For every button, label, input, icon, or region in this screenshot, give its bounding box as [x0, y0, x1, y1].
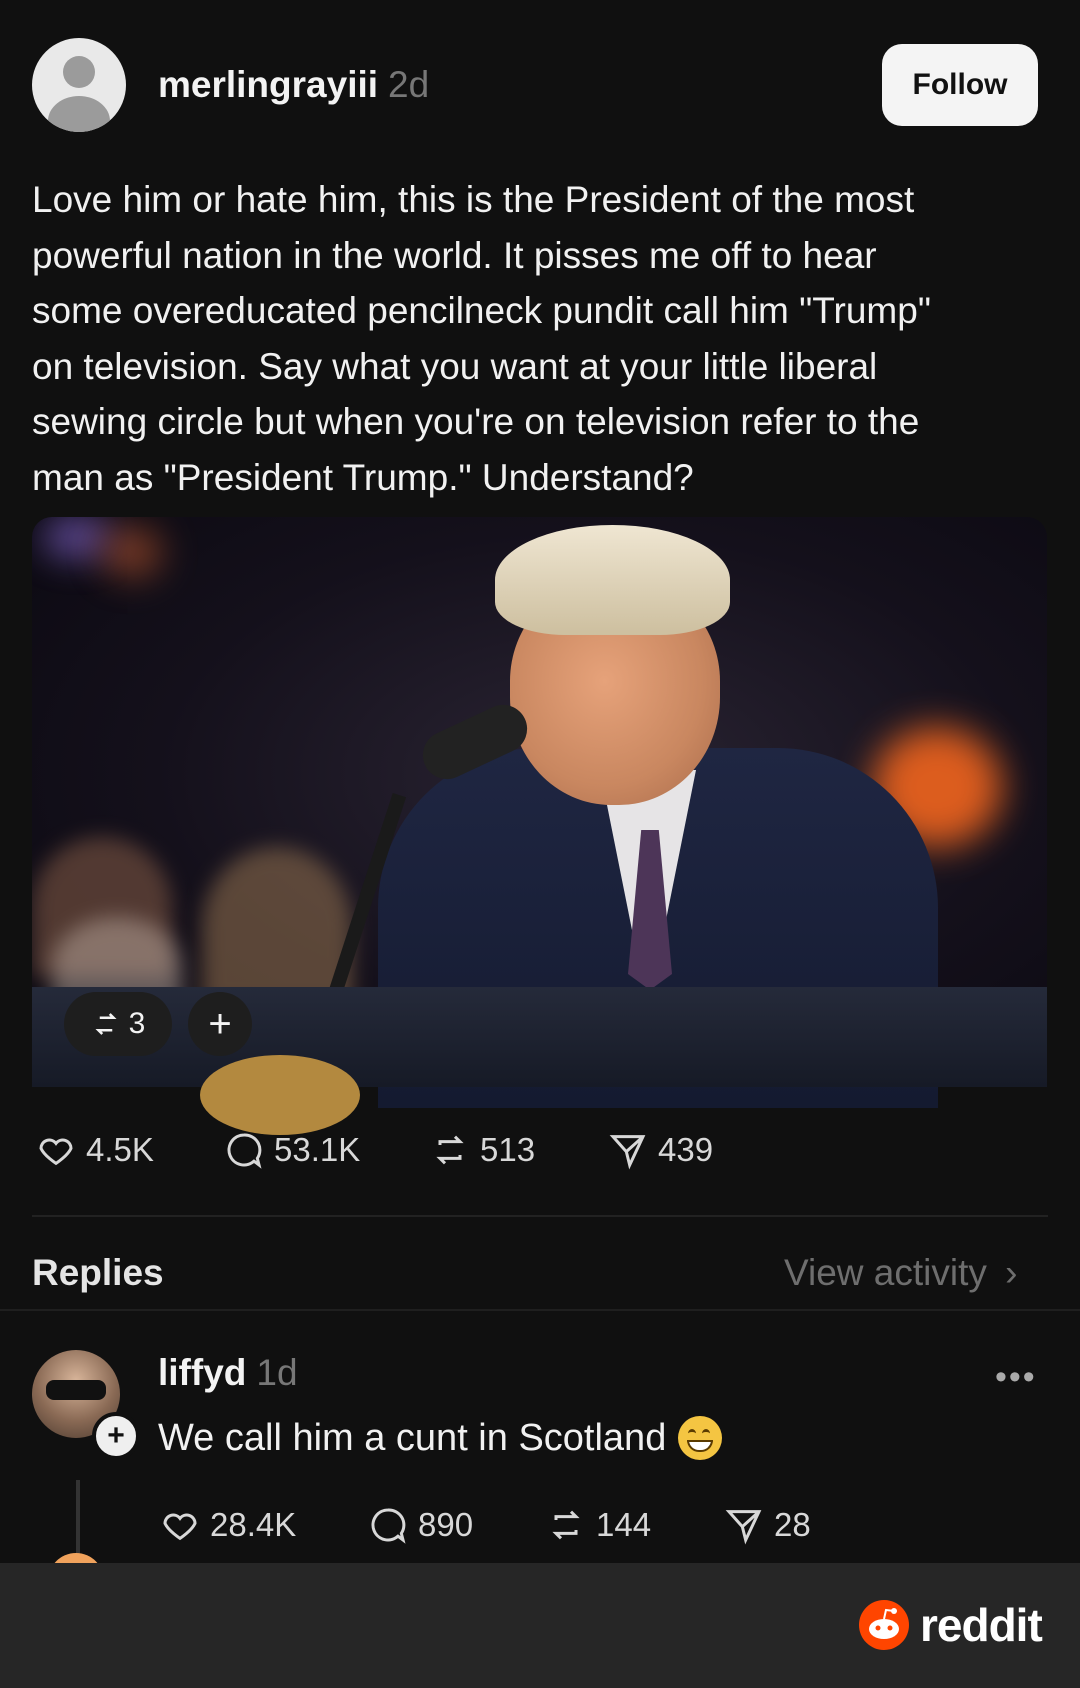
avatar-placeholder-body — [48, 96, 110, 132]
post-text-line: some overeducated pencilneck pundit call… — [32, 290, 931, 331]
repost-icon — [552, 1510, 580, 1540]
comment-icon — [227, 1133, 262, 1169]
send-icon — [725, 1510, 762, 1545]
author-avatar[interactable] — [32, 38, 126, 132]
post-text-line: Love him or hate him, this is the Presid… — [32, 179, 915, 220]
chevron-right-icon: › — [1005, 1252, 1018, 1293]
comment-count: 53.1K — [274, 1131, 361, 1168]
reply-share-button[interactable]: 28 — [724, 1505, 811, 1545]
repost-button[interactable]: 513 — [430, 1130, 535, 1170]
reddit-watermark: reddit — [858, 1598, 1043, 1652]
image-repost-chip[interactable]: 3 — [64, 992, 172, 1056]
send-icon — [609, 1135, 646, 1170]
sunglasses-detail — [46, 1380, 106, 1400]
reply-text: We call him a cunt in Scotland — [158, 1416, 667, 1459]
follow-plus-icon[interactable]: + — [92, 1412, 140, 1460]
photo-podium — [32, 987, 1047, 1087]
share-button[interactable]: 439 — [608, 1130, 713, 1170]
comment-button[interactable]: 53.1K — [224, 1130, 360, 1170]
reply-like-count: 28.4K — [210, 1506, 297, 1543]
like-count: 4.5K — [86, 1131, 154, 1168]
post-text-line: sewing circle but when you're on televis… — [32, 401, 920, 442]
post-action-bar: 4.5K 53.1K 513 439 — [0, 1130, 1080, 1174]
reply-share-count: 28 — [774, 1506, 811, 1543]
post-body: Love him or hate him, this is the Presid… — [32, 172, 1032, 505]
reply-repost-button[interactable]: 144 — [546, 1505, 651, 1545]
repost-icon — [95, 1013, 117, 1035]
post-text-line: on television. Say what you want at your… — [32, 345, 878, 387]
post-time: 2d — [388, 64, 430, 105]
post-text-line: man as "President Trump." Understand? — [32, 456, 694, 498]
reddit-wordmark: reddit — [920, 1599, 1043, 1651]
post-author-name[interactable]: merlingrayiii — [158, 64, 378, 105]
post-author[interactable]: merlingrayiii 2d — [158, 64, 429, 106]
like-button[interactable]: 4.5K — [36, 1130, 154, 1170]
view-activity-link[interactable]: View activity › — [784, 1252, 1018, 1294]
grinning-face-icon — [678, 1416, 723, 1460]
repost-icon — [436, 1135, 464, 1165]
heart-icon — [163, 1513, 197, 1541]
comment-icon — [371, 1508, 406, 1544]
reply-like-button[interactable]: 28.4K — [160, 1505, 296, 1545]
share-count: 439 — [658, 1131, 714, 1168]
reddit-logo-icon — [859, 1600, 909, 1650]
reply-time: 1d — [256, 1352, 298, 1393]
heart-icon — [39, 1138, 73, 1166]
post-text-line: powerful nation in the world. It pisses … — [32, 234, 877, 276]
follow-button[interactable]: Follow — [882, 44, 1038, 126]
repost-count: 513 — [480, 1131, 536, 1168]
more-options-icon[interactable]: ••• — [995, 1358, 1037, 1397]
crowd-blur — [202, 847, 352, 1007]
divider — [0, 1309, 1080, 1311]
replies-heading: Replies — [32, 1252, 164, 1293]
reply-repost-count: 144 — [596, 1506, 652, 1543]
reply-body: We call him a cunt in Scotland — [158, 1416, 723, 1460]
reply-comment-button[interactable]: 890 — [368, 1505, 473, 1545]
reply-author-name[interactable]: liffyd — [158, 1352, 246, 1393]
reply-comment-count: 890 — [418, 1506, 474, 1543]
view-activity-label: View activity — [784, 1252, 987, 1293]
photo-figure-hair — [495, 525, 730, 635]
bokeh-light — [102, 527, 162, 577]
reply-action-bar: 28.4K 890 144 28 — [0, 1505, 1080, 1549]
image-add-button[interactable]: + — [188, 992, 252, 1056]
reply-author[interactable]: liffyd 1d — [158, 1352, 298, 1394]
divider — [32, 1215, 1048, 1217]
avatar-placeholder-head — [63, 56, 95, 88]
image-repost-count: 3 — [128, 1007, 146, 1040]
photo-podium-seal — [200, 1055, 360, 1135]
